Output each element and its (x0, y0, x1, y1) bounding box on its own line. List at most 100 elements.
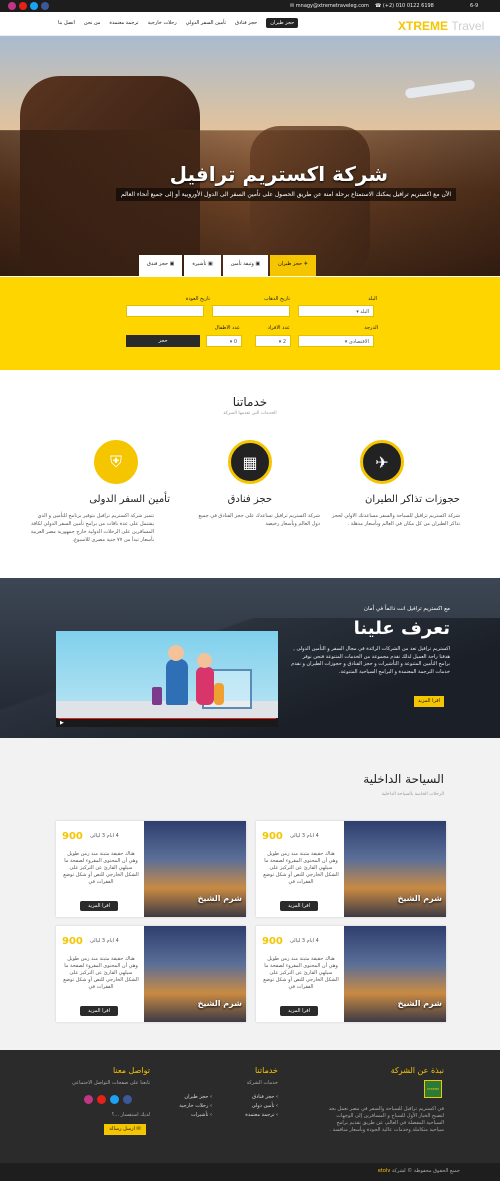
tab-hotels[interactable]: ▣ حجز فندق (139, 255, 183, 276)
footer-services-title: خدماتنا (255, 1066, 278, 1075)
facebook-icon[interactable] (41, 2, 49, 10)
domestic-title: السياحة الداخلية (363, 772, 444, 786)
footer-link[interactable]: › حجز فنادق (245, 1093, 278, 1102)
top-bar: ✉ mnagy@xtremetraveleg.com ☎ (+2) 010 01… (0, 0, 500, 12)
services-subtitle: الخدمات التي تقدمها الشركة (223, 411, 277, 416)
footer-link-text: تأمين دولى (251, 1103, 275, 1109)
send-message-label: ارسل رسالة (109, 1126, 135, 1132)
about-more-button[interactable]: اقرا المزيد (414, 696, 444, 707)
copyright-text: جميع الحقوق محفوظة © لشركة etolv (378, 1168, 460, 1174)
trip-card[interactable]: شرم الشيخ 900 4 ايام 3 ليالى هناك حقيقة … (56, 926, 246, 1022)
question-input[interactable]: لديك استفسار ...؟ (112, 1112, 150, 1118)
footer-link[interactable]: › ترجمة معتمدة (245, 1111, 278, 1120)
nav-item-translation[interactable]: ترجمة معتمدة (109, 20, 138, 28)
facebook-icon[interactable] (123, 1095, 132, 1104)
email-info[interactable]: ✉ mnagy@xtremetraveleg.com (290, 3, 369, 9)
service-flights-text: شركة اكستريم ترافيل للسياحة والسفر مساعد… (331, 513, 460, 527)
depart-date-input[interactable] (212, 305, 290, 317)
footer-link-text: تأشيرات (190, 1112, 209, 1118)
trip-price: 900 (62, 936, 83, 947)
video-woman-head (197, 653, 212, 668)
trip-more-button[interactable]: اقرا المزيد (80, 901, 118, 911)
nav-item-about[interactable]: من نحن (84, 20, 101, 28)
twitter-icon[interactable] (30, 2, 38, 10)
video-controls[interactable]: ▶ (56, 718, 278, 727)
adults-select[interactable]: 2 ▾ (255, 335, 291, 347)
tab-insurance[interactable]: ▣ وثيقة تأمين (222, 255, 269, 276)
tab-visa-label: تأشيرة (192, 261, 207, 267)
class-select[interactable]: الاقتصادى ▾ (298, 335, 374, 347)
country-value: البلد (360, 309, 369, 315)
trip-more-button[interactable]: اقرا المزيد (280, 901, 318, 911)
footer-link[interactable]: › تأشيرات (179, 1111, 212, 1120)
adults-label: عدد الافراد (267, 325, 290, 331)
send-message-button[interactable]: ✉ ارسل رسالة (104, 1124, 146, 1135)
logo-text-b: Travel (451, 19, 485, 33)
phone-text: (+2) 010 0122 6198 (382, 3, 434, 9)
video-woman (196, 667, 214, 705)
kids-select[interactable]: 0 ▾ (206, 335, 242, 347)
footer-link-text: ترجمة معتمدة (245, 1112, 275, 1118)
youtube-icon[interactable] (97, 1095, 106, 1104)
trip-more-button[interactable]: اقرا المزيد (280, 1006, 318, 1016)
video-progress[interactable] (58, 718, 276, 719)
video-suitcase (152, 687, 162, 705)
tab-flights[interactable]: ✈ حجز طيران (270, 255, 316, 276)
hero-banner: شركة اكستريم ترافيل الآن مع اكستريم تراف… (0, 36, 500, 276)
footer-link[interactable]: › حجز طيران (179, 1093, 212, 1102)
video-man-head (168, 645, 184, 661)
tab-insurance-label: وثيقة تأمين (230, 261, 254, 267)
play-icon[interactable]: ▶ (60, 720, 64, 726)
nav-item-flights[interactable]: حجز طيران (266, 18, 299, 28)
date-info: 6-9 (470, 3, 478, 9)
trip-more-button[interactable]: اقرا المزيد (80, 1006, 118, 1016)
shield-icon: ⛨ (94, 440, 138, 484)
service-flights[interactable]: ✈ (360, 440, 408, 484)
trip-card[interactable]: شرم الشيخ 900 4 ايام 3 ليالى هناك حقيقة … (256, 821, 446, 917)
footer-link-text: حجز طيران (184, 1094, 209, 1100)
youtube-icon[interactable] (19, 2, 27, 10)
trip-card[interactable]: شرم الشيخ 900 4 ايام 3 ليالى هناك حقيقة … (56, 821, 246, 917)
nav-item-hotels[interactable]: حجز فنادق (235, 20, 257, 28)
site-logo[interactable]: XTREME Travel (398, 19, 484, 33)
copyright-credit[interactable]: etolv (378, 1168, 390, 1174)
trip-duration: 4 ايام 3 ليالى (90, 833, 119, 839)
instagram-icon[interactable] (8, 2, 16, 10)
tab-visa[interactable]: ▣ تأشيرة (184, 255, 221, 276)
trip-description: هناك حقيقة مثبتة منذ زمن طويل وهي أن الم… (63, 851, 139, 885)
kids-label: عدد الاطفال (214, 325, 240, 331)
social-links (8, 2, 49, 10)
footer-contact-title: تواصل معنا (113, 1066, 150, 1075)
instagram-icon[interactable] (84, 1095, 93, 1104)
trip-destination: شرم الشيخ (197, 894, 242, 903)
twitter-icon[interactable] (110, 1095, 119, 1104)
nav-item-contact[interactable]: اتصل بنا (58, 20, 75, 28)
footer-contact-sub: تابعنا على صفحات التواصل الاجتماعي (72, 1080, 150, 1086)
footer-link[interactable]: › تأمين دولى (245, 1102, 278, 1111)
search-submit-button[interactable]: حجز (126, 335, 200, 347)
service-insurance[interactable]: ⛨ (94, 440, 142, 484)
about-video[interactable]: ▶ (56, 631, 278, 727)
trip-duration: 4 ايام 3 ليالى (290, 833, 319, 839)
service-hotels[interactable]: ▦ (228, 440, 276, 484)
video-child (214, 683, 224, 705)
trip-card[interactable]: شرم الشيخ 900 4 ايام 3 ليالى هناك حقيقة … (256, 926, 446, 1022)
service-hotels-text: شركة اكستريم ترافيل تساعدك على حجز الفنا… (198, 513, 320, 527)
trip-description: هناك حقيقة مثبتة منذ زمن طويل وهي أن الم… (263, 956, 339, 990)
trip-destination: شرم الشيخ (397, 999, 442, 1008)
country-label: البلد (368, 296, 377, 302)
nav-item-trips[interactable]: رحلات خارجية (148, 20, 177, 28)
service-flights-title: حجوزات تذاكر الطيران (365, 494, 460, 505)
trip-price: 900 (262, 936, 283, 947)
trip-duration: 4 ايام 3 ليالى (90, 938, 119, 944)
footer-link[interactable]: › رحلات خارجية (179, 1102, 212, 1111)
trip-description: هناك حقيقة مثبتة منذ زمن طويل وهي أن الم… (263, 851, 339, 885)
class-value: الاقتصادى (348, 339, 369, 345)
return-date-input[interactable] (126, 305, 204, 317)
tab-flights-label: حجز طيران (278, 261, 303, 267)
phone-info[interactable]: ☎ (+2) 010 0122 6198 (375, 3, 434, 9)
nav-item-insurance[interactable]: تأمين السفر الدولي (186, 20, 226, 28)
trip-destination: شرم الشيخ (397, 894, 442, 903)
class-label: الدرجة (364, 325, 378, 331)
country-select[interactable]: البلد ▾ (298, 305, 374, 317)
